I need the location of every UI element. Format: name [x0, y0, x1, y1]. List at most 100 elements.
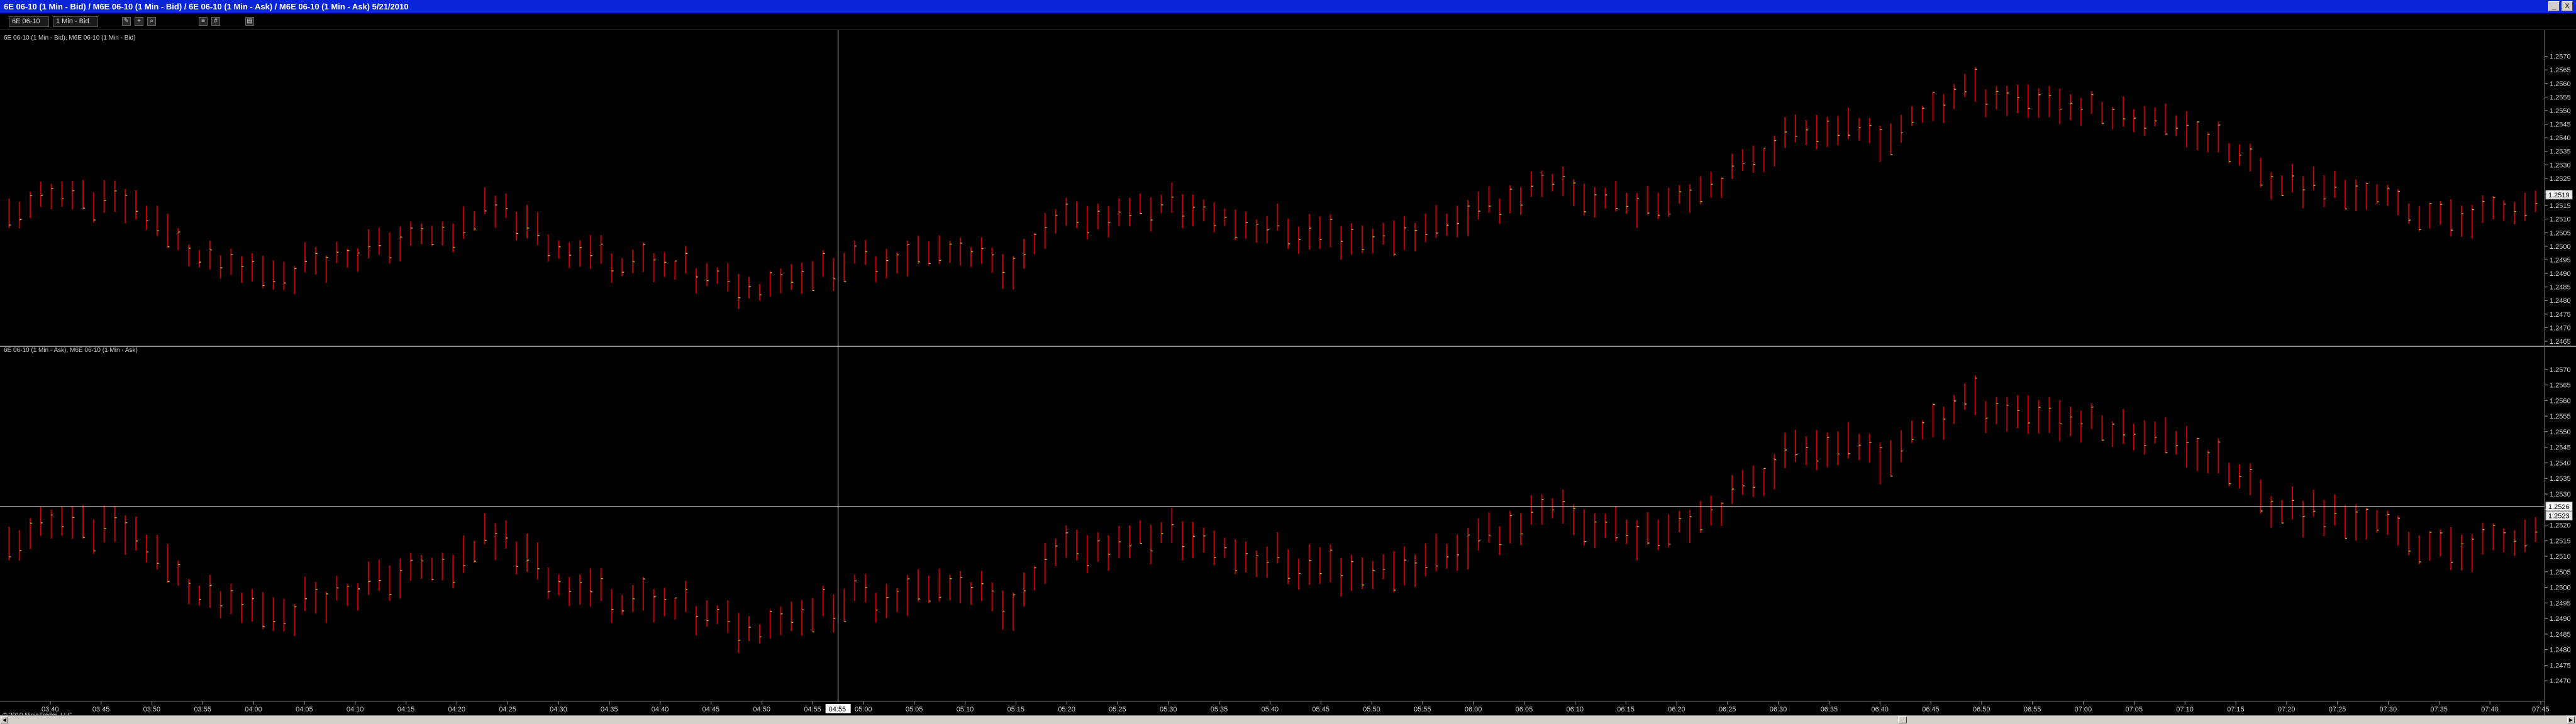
title-bar: 6E 06-10 (1 Min - Bid) / M6E 06-10 (1 Mi…: [0, 0, 2576, 14]
time-tick-label: 03:45: [92, 706, 110, 713]
time-tick-label: 06:45: [1922, 706, 1940, 713]
price-chart[interactable]: 1.2570 1.2565 1.2560 1.2555 1.2550 1.2545 1.25…: [0, 30, 2576, 715]
price-tick-label: 1.2565: [2550, 67, 2571, 74]
bid-panel-label: 6E 06-10 (1 Min - Bid), M6E 06-10 (1 Min…: [4, 35, 136, 41]
price-tick-label: 1.2565: [2550, 382, 2571, 390]
time-tick-label: 05:50: [1363, 706, 1380, 713]
price-tick-label: 1.2495: [2550, 600, 2571, 607]
price-tick-label: 1.2530: [2550, 491, 2571, 498]
minimize-button[interactable]: _: [2548, 1, 2560, 11]
time-tick-label: 04:30: [550, 706, 567, 713]
price-tick-label: 1.2500: [2550, 584, 2571, 592]
time-tick-label: 05:40: [1262, 706, 1279, 713]
price-tick-label: 1.2545: [2550, 444, 2571, 452]
time-tick-label: 05:10: [957, 706, 974, 713]
time-tick-label: 06:10: [1566, 706, 1584, 713]
time-tick-label: 03:55: [194, 706, 211, 713]
price-tick-label: 1.2550: [2550, 107, 2571, 115]
time-tick-label: 04:25: [499, 706, 516, 713]
price-tick-label: 1.2465: [2550, 338, 2571, 346]
time-tick-label: 06:55: [2024, 706, 2041, 713]
window-title: 6E 06-10 (1 Min - Bid) / M6E 06-10 (1 Mi…: [4, 2, 409, 11]
price-tick-label: 1.2555: [2550, 94, 2571, 101]
price-tick-label: 1.2505: [2550, 569, 2571, 576]
price-tick-label: 1.2540: [2550, 134, 2571, 142]
time-tick-label: 07:20: [2278, 706, 2296, 713]
time-tick-label: 04:55: [804, 706, 821, 713]
time-tick-label: 06:00: [1465, 706, 1482, 713]
last-price-label: 1.2519: [2548, 192, 2570, 199]
price-tick-label: 1.2480: [2550, 297, 2571, 305]
price-tick-label: 1.2495: [2550, 256, 2571, 264]
price-tick-label: 1.2485: [2550, 284, 2571, 292]
last-price-label: 1.2523: [2548, 513, 2570, 520]
time-tick-label: 05:15: [1008, 706, 1025, 713]
print-icon[interactable]: ▤: [245, 17, 254, 26]
price-tick-label: 1.2510: [2550, 553, 2571, 561]
time-tick-label: 04:50: [753, 706, 770, 713]
close-button[interactable]: X: [2562, 1, 2573, 11]
time-tick-label: 04:45: [702, 706, 720, 713]
instrument-selector[interactable]: 6E 06-10: [9, 16, 49, 27]
time-tick-label: 07:15: [2227, 706, 2245, 713]
time-tick-label: 05:35: [1211, 706, 1228, 713]
price-tick-label: 1.2480: [2550, 647, 2571, 654]
time-tick-label: 06:30: [1770, 706, 1787, 713]
price-tick-label: 1.2560: [2550, 397, 2571, 405]
price-tick-label: 1.2475: [2550, 311, 2571, 319]
price-tick-label: 1.2550: [2550, 429, 2571, 436]
price-tick-label: 1.2570: [2550, 366, 2571, 374]
price-tick-label: 1.2530: [2550, 162, 2571, 169]
price-tick-label: 1.2470: [2550, 677, 2571, 685]
time-tick-label: 04:05: [296, 706, 313, 713]
time-tick-label: 05:25: [1109, 706, 1126, 713]
time-tick-label: 07:35: [2430, 706, 2448, 713]
time-tick-label: 07:05: [2125, 706, 2143, 713]
price-tick-label: 1.2500: [2550, 243, 2571, 251]
price-tick-label: 1.2545: [2550, 121, 2571, 129]
time-tick-label: 07:10: [2176, 706, 2194, 713]
chart-toolbar: 6E 06-10 1 Min - Bid ✎ + ⌕ ≡ # ▤: [0, 14, 2576, 30]
scroll-right-arrow[interactable]: ▶: [2567, 716, 2575, 723]
price-tick-label: 1.2555: [2550, 413, 2571, 420]
time-tick-label: 04:35: [601, 706, 618, 713]
time-tick-label: 07:30: [2380, 706, 2397, 713]
horizontal-scrollbar[interactable]: ◀ ▶: [0, 715, 2576, 724]
price-tick-label: 1.2560: [2550, 80, 2571, 88]
crosshair-time-label: 04:55: [829, 706, 847, 713]
time-tick-label: 05:20: [1058, 706, 1075, 713]
time-tick-label: 07:45: [2532, 706, 2550, 713]
time-tick-label: 05:30: [1160, 706, 1177, 713]
price-tick-label: 1.2535: [2550, 475, 2571, 483]
time-tick-label: 06:15: [1617, 706, 1635, 713]
price-tick-label: 1.2540: [2550, 459, 2571, 467]
scroll-thumb[interactable]: [1898, 716, 1907, 723]
time-tick-label: 03:50: [143, 706, 161, 713]
time-tick-label: 07:40: [2481, 706, 2499, 713]
time-tick-label: 04:40: [652, 706, 669, 713]
interval-selector[interactable]: 1 Min - Bid: [53, 16, 98, 27]
time-tick-label: 06:40: [1871, 706, 1889, 713]
time-tick-label: 04:15: [397, 706, 415, 713]
price-tick-label: 1.2470: [2550, 324, 2571, 332]
crosshair-icon[interactable]: +: [135, 17, 143, 26]
price-tick-label: 1.2510: [2550, 216, 2571, 224]
time-tick-label: 05:00: [855, 706, 872, 713]
time-tick-label: 06:25: [1719, 706, 1736, 713]
time-tick-label: 05:05: [906, 706, 923, 713]
time-tick-label: 06:20: [1668, 706, 1685, 713]
scroll-left-arrow[interactable]: ◀: [1, 716, 8, 723]
grid-icon[interactable]: #: [211, 17, 220, 26]
time-tick-label: 07:25: [2329, 706, 2346, 713]
price-tick-label: 1.2505: [2550, 229, 2571, 237]
ask-panel-label: 6E 06-10 (1 Min - Ask), M6E 06-10 (1 Min…: [4, 347, 138, 354]
time-tick-label: 05:55: [1414, 706, 1431, 713]
time-tick-label: 04:00: [245, 706, 262, 713]
zoom-icon[interactable]: ⌕: [147, 17, 156, 26]
properties-icon[interactable]: ≡: [199, 17, 208, 26]
price-tick-label: 1.2525: [2550, 175, 2571, 183]
price-tick-label: 1.2485: [2550, 631, 2571, 639]
pencil-icon[interactable]: ✎: [122, 17, 131, 26]
time-tick-label: 06:50: [1973, 706, 1990, 713]
time-tick-label: 06:05: [1516, 706, 1533, 713]
